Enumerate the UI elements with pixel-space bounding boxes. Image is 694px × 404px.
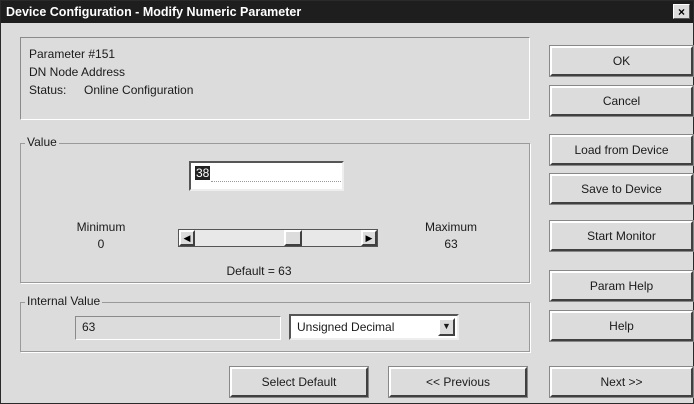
dialog-window: Device Configuration - Modify Numeric Pa… (0, 0, 694, 404)
status-label: Status: (29, 83, 67, 97)
format-selected-value: Unsigned Decimal (297, 320, 395, 334)
param-help-button[interactable]: Param Help (549, 270, 694, 302)
select-default-button[interactable]: Select Default (229, 366, 369, 398)
default-value-text: Default = 63 (226, 264, 292, 278)
help-button[interactable]: Help (549, 310, 694, 342)
value-slider[interactable]: ◀ ▶ (178, 229, 378, 247)
next-button[interactable]: Next >> (549, 366, 694, 398)
internal-value-field: 63 (75, 316, 281, 340)
window-title: Device Configuration - Modify Numeric Pa… (6, 5, 302, 19)
dropdown-arrow-icon[interactable]: ▼ (438, 318, 455, 336)
slider-left-arrow-icon[interactable]: ◀ (179, 230, 195, 246)
parameter-number: Parameter #151 (29, 47, 116, 61)
save-to-device-button[interactable]: Save to Device (549, 173, 694, 205)
ok-button[interactable]: OK (549, 45, 694, 77)
parameter-info-panel: Parameter #151 DN Node Address Status: O… (20, 37, 530, 120)
value-group-label: Value (25, 135, 59, 149)
slider-right-arrow-icon[interactable]: ▶ (361, 230, 377, 246)
parameter-name: DN Node Address (29, 65, 126, 79)
cancel-button[interactable]: Cancel (549, 85, 694, 117)
maximum-value: 63 (444, 237, 458, 251)
format-dropdown[interactable]: Unsigned Decimal ▼ (289, 314, 459, 340)
value-input-text: 38 (195, 166, 211, 180)
status-value: Online Configuration (84, 83, 194, 97)
load-from-device-button[interactable]: Load from Device (549, 134, 694, 166)
close-icon[interactable]: × (673, 4, 690, 19)
minimum-value: 0 (97, 237, 105, 251)
previous-button[interactable]: << Previous (388, 366, 528, 398)
internal-value-label: Internal Value (25, 294, 103, 308)
slider-thumb[interactable] (284, 230, 302, 246)
input-underline (211, 167, 341, 182)
maximum-label: Maximum (424, 220, 477, 234)
value-input[interactable]: 38 (189, 161, 344, 191)
start-monitor-button[interactable]: Start Monitor (549, 220, 694, 252)
minimum-label: Minimum (76, 220, 126, 234)
title-bar[interactable]: Device Configuration - Modify Numeric Pa… (1, 1, 693, 23)
